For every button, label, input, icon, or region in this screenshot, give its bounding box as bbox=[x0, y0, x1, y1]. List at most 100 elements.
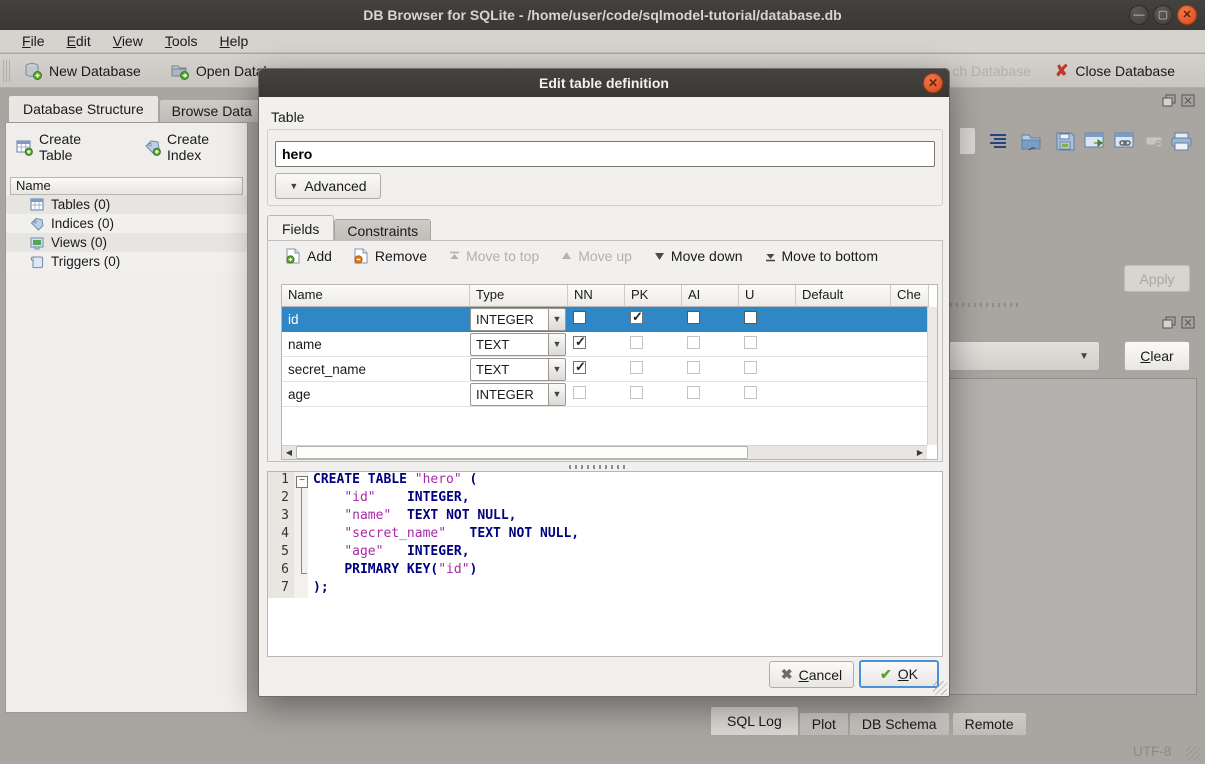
close-button[interactable]: ✕ bbox=[1177, 5, 1197, 25]
field-name[interactable]: id bbox=[282, 312, 470, 327]
field-type-dropdown[interactable]: TEXT▼ bbox=[470, 358, 568, 381]
move-down-button[interactable]: Move down bbox=[654, 248, 743, 264]
chevron-down-icon[interactable]: ▼ bbox=[548, 308, 566, 331]
dialog-close-button[interactable]: ✕ bbox=[923, 73, 943, 93]
dialog-resize-grip[interactable] bbox=[933, 681, 947, 695]
dialog-splitter-handle[interactable] bbox=[569, 465, 629, 469]
field-type-dropdown[interactable]: INTEGER▼ bbox=[470, 308, 568, 331]
create-table-button[interactable]: Create Table bbox=[16, 131, 118, 163]
tree-header-name[interactable]: Name bbox=[10, 177, 243, 195]
column-header-ai[interactable]: AI bbox=[682, 285, 739, 307]
field-name[interactable]: age bbox=[282, 387, 470, 402]
nn-checkbox[interactable] bbox=[573, 311, 586, 324]
field-type-dropdown[interactable]: INTEGER▼ bbox=[470, 383, 568, 406]
fields-vertical-scrollbar[interactable] bbox=[927, 307, 937, 445]
sql-lines-icon[interactable] bbox=[985, 128, 1011, 154]
u-checkbox[interactable] bbox=[744, 386, 757, 399]
window-resize-grip[interactable] bbox=[1186, 746, 1200, 760]
tab-sql-log[interactable]: SQL Log bbox=[710, 706, 799, 735]
ai-checkbox[interactable] bbox=[687, 361, 700, 374]
u-checkbox[interactable] bbox=[744, 361, 757, 374]
field-type-dropdown[interactable]: TEXT▼ bbox=[470, 333, 568, 356]
tab-plot[interactable]: Plot bbox=[799, 712, 849, 735]
print-icon[interactable] bbox=[1168, 128, 1194, 154]
menu-edit[interactable]: Edit bbox=[57, 31, 101, 51]
scroll-left-icon[interactable]: ◀ bbox=[282, 446, 296, 459]
cancel-icon: ✖ bbox=[781, 666, 793, 683]
chevron-down-icon[interactable]: ▼ bbox=[548, 358, 566, 381]
sql-preview[interactable]: 1CREATE TABLE "hero" (2 "id" INTEGER,3 "… bbox=[267, 471, 943, 657]
tab-database-structure[interactable]: Database Structure bbox=[8, 95, 159, 122]
log-filter-dropdown[interactable]: ▼ bbox=[948, 341, 1100, 371]
fields-horizontal-scrollbar[interactable]: ◀ ▶ bbox=[282, 445, 927, 459]
menu-tools[interactable]: Tools bbox=[155, 31, 208, 51]
field-name[interactable]: name bbox=[282, 337, 470, 352]
create-index-button[interactable]: Create Index bbox=[144, 131, 247, 163]
tab-fields[interactable]: Fields bbox=[267, 215, 334, 242]
dock-restore-icon[interactable] bbox=[1162, 94, 1176, 107]
menu-file[interactable]: File bbox=[12, 31, 55, 51]
minimize-button[interactable]: — bbox=[1129, 5, 1149, 25]
save-file-icon[interactable] bbox=[1052, 128, 1078, 154]
pk-checkbox[interactable] bbox=[630, 361, 643, 374]
column-header-name[interactable]: Name bbox=[282, 285, 470, 307]
tree-item-views[interactable]: Views (0) bbox=[6, 233, 247, 252]
field-row-name[interactable]: nameTEXT▼ bbox=[282, 332, 937, 357]
scrollbar-thumb[interactable] bbox=[296, 446, 748, 459]
new-database-button[interactable]: New Database bbox=[16, 58, 149, 84]
open-file-icon[interactable] bbox=[1018, 128, 1044, 154]
ok-button[interactable]: ✔ OK bbox=[859, 660, 939, 688]
move-to-bottom-button[interactable]: Move to bottom bbox=[765, 248, 879, 264]
field-row-secret_name[interactable]: secret_nameTEXT▼ bbox=[282, 357, 937, 382]
tab-constraints[interactable]: Constraints bbox=[334, 219, 431, 242]
nn-checkbox[interactable] bbox=[573, 336, 586, 349]
ai-checkbox[interactable] bbox=[687, 336, 700, 349]
link-window-icon[interactable] bbox=[1112, 128, 1138, 154]
column-header-nn[interactable]: NN bbox=[568, 285, 625, 307]
column-header-che[interactable]: Che bbox=[891, 285, 929, 307]
field-row-age[interactable]: ageINTEGER▼ bbox=[282, 382, 937, 407]
column-header-default[interactable]: Default bbox=[796, 285, 891, 307]
dock2-restore-icon[interactable] bbox=[1162, 316, 1176, 329]
close-database-button[interactable]: ✘ Close Database bbox=[1047, 57, 1183, 85]
remove-field-button[interactable]: Remove bbox=[354, 248, 427, 264]
tree-item-triggers[interactable]: Triggers (0) bbox=[6, 252, 247, 271]
advanced-toggle-button[interactable]: ▼ Advanced bbox=[275, 173, 381, 199]
column-header-u[interactable]: U bbox=[739, 285, 796, 307]
pk-checkbox[interactable] bbox=[630, 311, 643, 324]
chevron-down-icon[interactable]: ▼ bbox=[548, 333, 566, 356]
dock-close-icon[interactable] bbox=[1181, 94, 1195, 107]
menu-help[interactable]: Help bbox=[210, 31, 259, 51]
tab-db-schema[interactable]: DB Schema bbox=[849, 712, 950, 735]
column-header-pk[interactable]: PK bbox=[625, 285, 682, 307]
toolbar-grip[interactable] bbox=[3, 60, 10, 82]
field-name[interactable]: secret_name bbox=[282, 362, 470, 377]
nn-checkbox[interactable] bbox=[573, 361, 586, 374]
ai-checkbox[interactable] bbox=[687, 386, 700, 399]
dock-splitter-handle[interactable] bbox=[950, 303, 1020, 307]
fold-marker-icon[interactable] bbox=[294, 472, 308, 490]
clear-button[interactable]: Clear bbox=[1124, 341, 1190, 371]
menu-view[interactable]: View bbox=[103, 31, 153, 51]
table-name-input[interactable] bbox=[275, 141, 935, 167]
pk-checkbox[interactable] bbox=[630, 336, 643, 349]
chevron-down-icon[interactable]: ▼ bbox=[548, 383, 566, 406]
maximize-button[interactable]: ▢ bbox=[1153, 5, 1173, 25]
tree-item-tables[interactable]: Tables (0) bbox=[6, 195, 247, 214]
field-row-id[interactable]: idINTEGER▼ bbox=[282, 307, 937, 332]
tab-browse-data[interactable]: Browse Data bbox=[159, 99, 265, 122]
add-field-button[interactable]: Add bbox=[286, 248, 332, 264]
pk-checkbox[interactable] bbox=[630, 386, 643, 399]
tab-remote[interactable]: Remote bbox=[952, 712, 1027, 735]
column-header-type[interactable]: Type bbox=[470, 285, 568, 307]
cancel-button[interactable]: ✖ Cancel bbox=[769, 661, 854, 688]
ai-checkbox[interactable] bbox=[687, 311, 700, 324]
export-window-icon[interactable] bbox=[1082, 128, 1108, 154]
tree-item-indices[interactable]: Indices (0) bbox=[6, 214, 247, 233]
dock2-close-icon[interactable] bbox=[1181, 316, 1195, 329]
u-checkbox[interactable] bbox=[744, 336, 757, 349]
nn-checkbox[interactable] bbox=[573, 386, 586, 399]
fold-guide bbox=[294, 562, 308, 580]
scroll-right-icon[interactable]: ▶ bbox=[913, 446, 927, 459]
u-checkbox[interactable] bbox=[744, 311, 757, 324]
